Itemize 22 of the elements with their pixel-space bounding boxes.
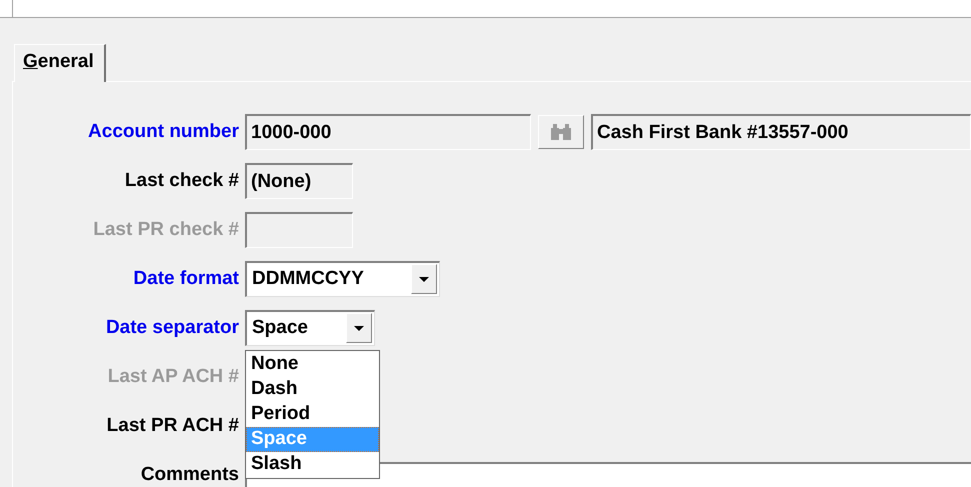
- field-label: Last PR ACH #: [106, 414, 240, 436]
- dropdown-option[interactable]: Dash: [246, 376, 379, 402]
- dropdown-field[interactable]: DDMMCCYY: [245, 260, 440, 296]
- tab[interactable]: General: [14, 44, 106, 82]
- field-label: Date format: [132, 268, 240, 290]
- dropdown-option[interactable]: Slash: [246, 452, 379, 476]
- dropdown-option[interactable]: None: [246, 352, 379, 376]
- dropdown-field[interactable]: Space: [245, 310, 375, 346]
- description-field: Cash First Bank #13557-000: [591, 114, 971, 150]
- account-field[interactable]: 1000-000: [245, 114, 531, 150]
- field-label: Last check #: [124, 170, 240, 192]
- caret-icon: [419, 276, 429, 282]
- binoculars-icon: [550, 122, 572, 140]
- field-label: Last PR check #: [92, 218, 240, 240]
- field-label: Date separator: [104, 316, 240, 338]
- field-label: Comments: [140, 464, 240, 486]
- field-label: Account number: [87, 120, 240, 142]
- lookup-button[interactable]: [538, 114, 584, 148]
- field-label: Last AP ACH #: [106, 366, 240, 388]
- text-field[interactable]: (None): [245, 162, 353, 198]
- caret-icon: [354, 326, 364, 330]
- dropdown-option[interactable]: Period: [246, 402, 379, 426]
